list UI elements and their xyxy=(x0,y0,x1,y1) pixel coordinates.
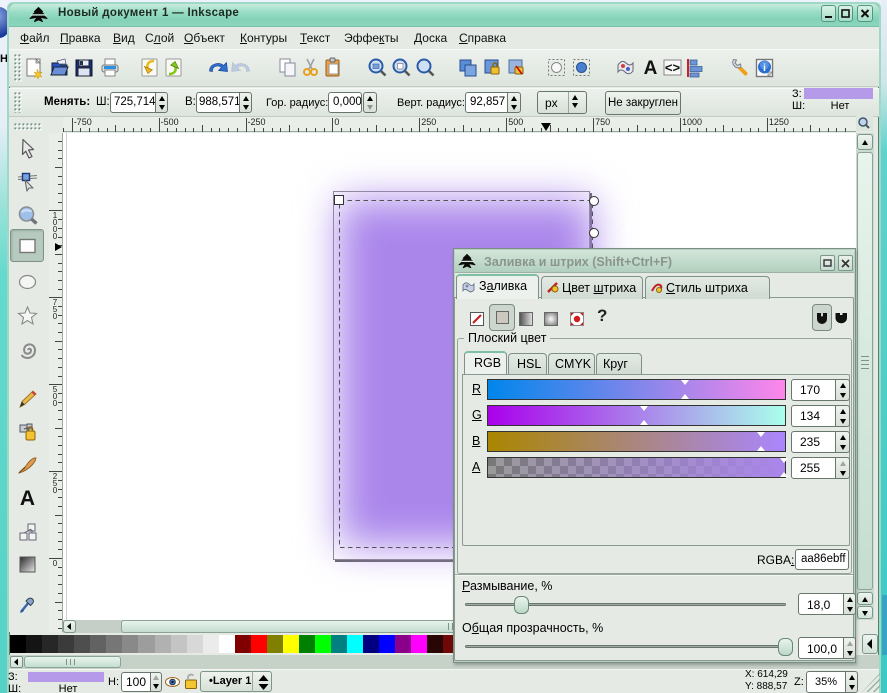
svg-text:A: A xyxy=(644,58,658,79)
svg-text:i: i xyxy=(763,63,766,74)
svg-text:A: A xyxy=(20,487,35,509)
svg-text:<>: <> xyxy=(665,60,681,75)
